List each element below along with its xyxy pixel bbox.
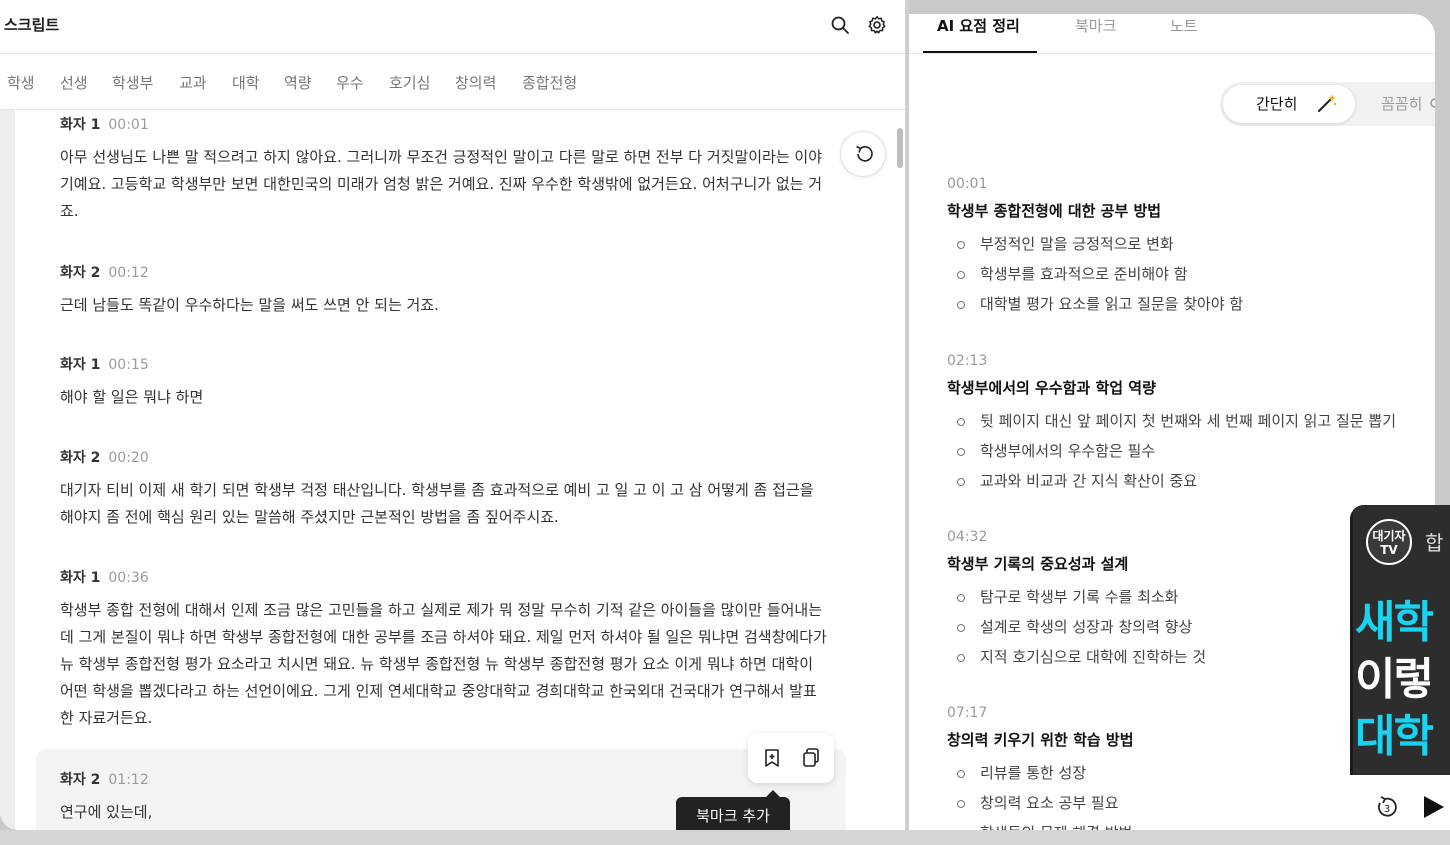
segment-text: 학생부 종합 전형에 대해서 인제 조금 많은 고민들을 하고 실제로 제가 뭐… xyxy=(60,601,827,727)
thumbnail-text: 새학 xyxy=(1355,597,1434,648)
bookmark-add-icon[interactable] xyxy=(760,746,784,770)
summary-timestamp[interactable]: 00:01 xyxy=(947,176,1427,192)
transcript-segment[interactable]: 화자 1 00:01 아무 선생님도 나쁜 말 적으려고 하지 않아요. 그러니까… xyxy=(60,114,830,225)
segment-timestamp[interactable]: 01:12 xyxy=(108,772,148,788)
transcript-segment[interactable]: 화자 1 00:36 학생부 종합 전형에 대해서 인제 조금 많은 고민들을 하… xyxy=(60,567,830,732)
tag-item[interactable]: 교과 xyxy=(179,72,207,93)
transcript-header: 스크립트 xyxy=(0,0,905,54)
summary-point: 학생부를 효과적으로 준비해야 함 xyxy=(947,259,1427,289)
magic-wand-icon xyxy=(1316,92,1338,118)
summary-point: 대학별 평가 요소를 읽고 질문을 찾아야 함 xyxy=(947,289,1427,319)
segment-text: 대기자 티비 이제 새 학기 되면 학생부 걱정 태산입니다. 학생부를 좀 효… xyxy=(60,481,814,526)
tag-item[interactable]: 선생 xyxy=(60,72,88,93)
gear-icon[interactable] xyxy=(867,15,887,35)
window-bottom-edge xyxy=(0,830,1450,845)
tab-notes[interactable]: 노트 xyxy=(1170,15,1198,36)
summary-point: 부정적인 말을 긍정적으로 변화 xyxy=(947,229,1427,259)
video-controls: 3 xyxy=(1350,775,1450,830)
summary-timestamp[interactable]: 02:13 xyxy=(947,353,1427,369)
transcript-segment[interactable]: 화자 2 00:20 대기자 티비 이제 새 학기 되면 학생부 걱정 태산입니다… xyxy=(60,447,830,531)
toggle-simple-label: 간단히 xyxy=(1256,95,1298,113)
tag-item[interactable]: 대학 xyxy=(232,72,260,93)
tab-ai-summary[interactable]: AI 요점 정리 xyxy=(937,15,1020,36)
speaker-label: 화자 2 xyxy=(60,265,101,281)
rewind-icon[interactable]: 3 xyxy=(1374,794,1400,824)
summary-heading: 학생부 종합전형에 대한 공부 방법 xyxy=(947,202,1162,220)
thumbnail-text: 이렇 xyxy=(1355,654,1434,705)
tab-bookmarks[interactable]: 북마크 xyxy=(1075,15,1116,36)
transcript-panel: 스크립트 학생 선생 학생부 교과 대학 역량 우수 호기심 창의력 종합전형 … xyxy=(0,0,905,830)
svg-text:3: 3 xyxy=(1384,804,1390,815)
speaker-label: 화자 2 xyxy=(60,450,101,466)
speaker-label: 화자 1 xyxy=(60,570,101,586)
thumbnail-text: 대학 xyxy=(1355,711,1434,762)
segment-timestamp[interactable]: 00:20 xyxy=(108,450,148,466)
toggle-detailed-label[interactable]: 꼼꼼히 xyxy=(1381,93,1422,114)
keyword-tags: 학생 선생 학생부 교과 대학 역량 우수 호기심 창의력 종합전형 xyxy=(0,55,905,110)
play-icon[interactable] xyxy=(1422,794,1446,824)
tag-item[interactable]: 호기심 xyxy=(389,72,430,93)
segment-text: 아무 선생님도 나쁜 말 적으려고 하지 않아요. 그러니까 무조건 긍정적인 … xyxy=(60,148,823,220)
panel-edge xyxy=(0,110,15,830)
search-icon[interactable] xyxy=(830,15,850,35)
speaker-label: 화자 1 xyxy=(60,117,101,133)
segment-text: 근데 남들도 똑같이 우수하다는 말을 써도 쓰면 안 되는 거죠. xyxy=(60,296,439,314)
tag-item[interactable]: 종합전형 xyxy=(522,72,577,93)
active-tab-indicator xyxy=(923,51,1037,53)
speaker-label: 화자 1 xyxy=(60,357,101,373)
summary-heading: 학생부에서의 우수함과 학업 역량 xyxy=(947,379,1156,397)
tag-item[interactable]: 학생 xyxy=(7,72,35,93)
summary-mode-toggle: 간단히 꼼꼼히 xyxy=(1220,82,1435,126)
tag-item[interactable]: 역량 xyxy=(284,72,312,93)
tag-item[interactable]: 우수 xyxy=(336,72,364,93)
summary-point: 교과와 비교과 간 지식 확산이 중요 xyxy=(947,466,1427,496)
speaker-label: 화자 2 xyxy=(60,772,101,788)
video-thumbnail[interactable]: 대기자TV 합 새학 이렇 대학 xyxy=(1353,505,1450,775)
video-title-fragment: 합 xyxy=(1425,531,1444,555)
copy-icon[interactable] xyxy=(799,746,823,770)
scrollbar-thumb[interactable] xyxy=(897,128,903,168)
channel-logo: 대기자TV xyxy=(1366,519,1412,565)
sync-refresh-button[interactable] xyxy=(840,131,886,177)
refresh-icon xyxy=(856,145,873,162)
segment-text: 해야 할 일은 뭐냐 하면 xyxy=(60,388,204,406)
segment-actions xyxy=(748,733,834,783)
segment-timestamp[interactable]: 00:15 xyxy=(108,357,148,373)
summary-section: 00:01 학생부 종합전형에 대한 공부 방법 부정적인 말을 긍정적으로 변… xyxy=(947,176,1427,319)
segment-timestamp[interactable]: 00:01 xyxy=(108,117,148,133)
transcript-list: 화자 1 00:01 아무 선생님도 나쁜 말 적으려고 하지 않아요. 그러니까… xyxy=(15,111,890,830)
summary-section: 02:13 학생부에서의 우수함과 학업 역량 뒷 페이지 대신 앞 페이지 첫… xyxy=(947,353,1427,496)
transcript-segment[interactable]: 화자 2 00:12 근데 남들도 똑같이 우수하다는 말을 써도 쓰면 안 되는… xyxy=(60,262,830,319)
panel-title: 스크립트 xyxy=(4,16,60,34)
summary-point: 학생부에서의 우수함은 필수 xyxy=(947,436,1427,466)
transcript-segment[interactable]: 화자 1 00:15 해야 할 일은 뭐냐 하면 xyxy=(60,354,830,411)
segment-timestamp[interactable]: 00:36 xyxy=(108,570,148,586)
tag-item[interactable]: 학생부 xyxy=(112,72,153,93)
summary-point: 뒷 페이지 대신 앞 페이지 첫 번째와 세 번째 페이지 읽고 질문 뽑기 xyxy=(947,406,1427,436)
segment-timestamp[interactable]: 00:12 xyxy=(108,265,148,281)
right-tabs: AI 요점 정리 북마크 노트 xyxy=(909,14,1435,54)
mini-video-player[interactable]: 대기자TV 합 새학 이렇 대학 3 xyxy=(1350,505,1450,830)
tag-item[interactable]: 창의력 xyxy=(455,72,496,93)
